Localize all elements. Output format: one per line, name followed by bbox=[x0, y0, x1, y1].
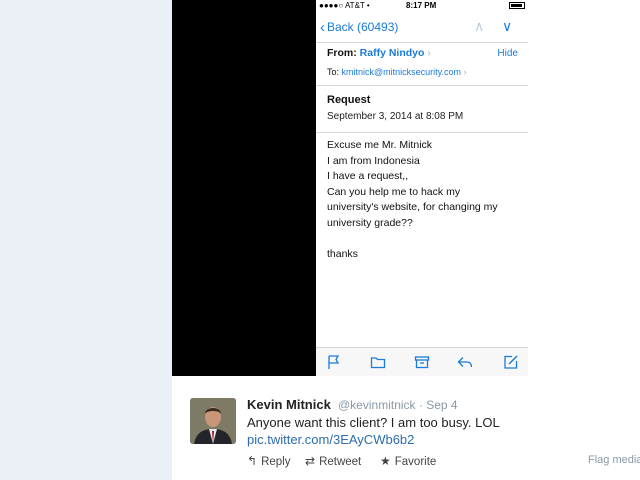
favorite-label: Favorite bbox=[394, 456, 437, 468]
body-line: university's website, for changing my bbox=[327, 201, 498, 213]
mail-toolbar bbox=[316, 347, 528, 376]
email-date: September 3, 2014 at 8:08 PM bbox=[327, 111, 464, 122]
flag-media-link[interactable]: Flag media bbox=[588, 454, 640, 466]
archive-icon[interactable] bbox=[414, 354, 430, 370]
to-label: To: bbox=[327, 67, 340, 77]
body-line bbox=[327, 231, 523, 247]
avatar[interactable] bbox=[190, 398, 236, 444]
phone-screenshot: ●●●●○ AT&T • 8:17 PM ‹ Back (60493) ∧ ∨ F… bbox=[316, 0, 528, 376]
tweet-card: Kevin Mitnick @kevinmitnick · Sep 4 Anyo… bbox=[172, 376, 640, 480]
chevron-right-icon: › bbox=[463, 67, 467, 77]
status-time: 8:17 PM bbox=[406, 1, 437, 10]
back-button[interactable]: ‹ Back (60493) bbox=[320, 19, 398, 36]
chevron-down-icon[interactable]: ∨ bbox=[502, 18, 512, 35]
retweet-button[interactable]: ⇄ Retweet bbox=[305, 454, 361, 468]
retweet-icon: ⇄ bbox=[305, 454, 316, 468]
reply-icon: ↰ bbox=[247, 454, 258, 468]
body-line: I am from Indonesia bbox=[327, 154, 420, 167]
body-line: university grade?? bbox=[327, 216, 413, 229]
email-header: From: Raffy Nindyo › Hide To: kmitnick@m… bbox=[316, 43, 528, 86]
chevron-up-icon[interactable]: ∧ bbox=[474, 18, 484, 35]
retweet-label: Retweet bbox=[319, 456, 362, 468]
chevron-right-icon: › bbox=[427, 47, 431, 59]
battery-icon bbox=[509, 2, 525, 9]
from-row: From: Raffy Nindyo › bbox=[327, 47, 431, 59]
reply-button[interactable]: ↰ Reply bbox=[247, 454, 290, 468]
tweet-media-link[interactable]: pic.twitter.com/3EAyCWb6b2 bbox=[247, 432, 414, 447]
tweet-author-name[interactable]: Kevin Mitnick bbox=[247, 397, 331, 412]
subject-block: Request September 3, 2014 at 8:08 PM bbox=[316, 86, 528, 133]
status-bar: ●●●●○ AT&T • 8:17 PM bbox=[316, 0, 528, 12]
page-background-left bbox=[0, 0, 172, 480]
chevron-left-icon: ‹ bbox=[320, 19, 325, 36]
reply-icon[interactable] bbox=[457, 354, 473, 370]
back-button-label: Back (60493) bbox=[327, 20, 399, 34]
carrier-label: ●●●●○ AT&T • bbox=[319, 1, 370, 10]
tweet-handle-date[interactable]: @kevinmitnick · Sep 4 bbox=[338, 398, 458, 412]
email-body: Excuse me Mr. Mitnick I am from Indonesi… bbox=[327, 138, 523, 262]
flag-icon[interactable] bbox=[326, 354, 342, 370]
reply-label: Reply bbox=[261, 456, 291, 468]
folder-icon[interactable] bbox=[370, 354, 386, 370]
body-line: thanks bbox=[327, 247, 358, 260]
email-subject: Request bbox=[327, 94, 371, 106]
star-icon: ★ bbox=[380, 454, 391, 468]
recipient-address[interactable]: kmitnick@mitnicksecurity.com bbox=[342, 67, 461, 77]
compose-icon[interactable] bbox=[503, 354, 519, 370]
body-line: Excuse me Mr. Mitnick bbox=[327, 139, 433, 151]
tweet-text: Anyone want this client? I am too busy. … bbox=[247, 415, 500, 430]
sender-name[interactable]: Raffy Nindyo bbox=[360, 47, 425, 59]
hide-button[interactable]: Hide bbox=[497, 48, 518, 59]
body-line: Can you help me to hack my bbox=[327, 185, 461, 198]
favorite-button[interactable]: ★ Favorite bbox=[380, 454, 436, 468]
mail-nav-bar: ‹ Back (60493) ∧ ∨ bbox=[316, 14, 528, 43]
to-row: To: kmitnick@mitnicksecurity.com › bbox=[327, 67, 467, 77]
body-line: I have a request,, bbox=[327, 170, 409, 182]
from-label: From: bbox=[327, 47, 357, 59]
